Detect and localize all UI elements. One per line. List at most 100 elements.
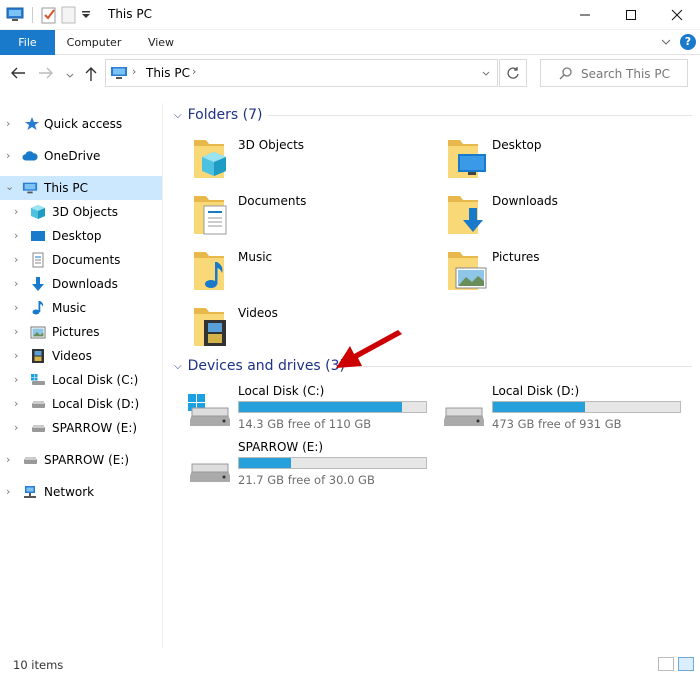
customize-qat-icon[interactable] (81, 10, 91, 20)
nav-label: SPARROW (E:) (52, 421, 138, 435)
group-title: Folders (7) (187, 107, 263, 123)
maximize-button[interactable] (608, 0, 654, 30)
item-count: 10 items (13, 658, 64, 672)
chevron-right-icon[interactable]: › (14, 397, 18, 410)
chevron-right-icon[interactable]: › (6, 453, 10, 466)
nav-item-local-disk-c[interactable]: › Local Disk (C:) (0, 368, 162, 392)
folder-item-3d-objects[interactable]: 3D Objects (192, 134, 442, 184)
cube-icon (31, 205, 45, 219)
nav-item-desktop[interactable]: › Desktop (0, 224, 162, 248)
nav-label: This PC (44, 181, 88, 195)
folder-item-music[interactable]: Music (192, 246, 442, 296)
drive-item-sparrow-e[interactable]: SPARROW (E:) 21.7 GB free of 30.0 GB (186, 440, 436, 490)
chevron-right-icon[interactable]: › (14, 277, 18, 290)
details-view-icon[interactable] (658, 657, 674, 671)
drive-item-local-disk-c[interactable]: Local Disk (C:) 14.3 GB free of 110 GB (186, 384, 436, 434)
music-note-icon (32, 301, 44, 315)
network-icon (24, 486, 36, 498)
folder-item-downloads[interactable]: Downloads (446, 190, 696, 240)
chevron-right-icon[interactable]: › (6, 117, 10, 130)
folder-label: Documents (238, 194, 307, 208)
help-icon[interactable]: ? (680, 34, 696, 50)
nav-item-sparrow-e[interactable]: › SPARROW (E:) (0, 416, 162, 440)
window-title: This PC (108, 7, 152, 21)
up-arrow-icon (85, 67, 97, 81)
nav-item-quick-access[interactable]: › Quick access (0, 112, 162, 136)
nav-label: Local Disk (C:) (52, 373, 139, 387)
minimize-button[interactable] (562, 0, 608, 30)
divider (268, 115, 692, 116)
chevron-down-icon[interactable] (481, 70, 491, 78)
chevron-right-icon[interactable]: › (6, 485, 10, 498)
chevron-right-icon[interactable]: › (14, 325, 18, 338)
nav-item-sparrow-e-root[interactable]: › SPARROW (E:) (0, 448, 162, 472)
drive-usage-bar (492, 401, 681, 413)
tab-file[interactable]: File (0, 30, 55, 55)
tiles-view-icon[interactable] (678, 657, 694, 671)
folder-label: 3D Objects (238, 138, 305, 152)
breadcrumb[interactable]: This PC (146, 66, 190, 80)
folder-item-desktop[interactable]: Desktop (446, 134, 696, 184)
nav-item-local-disk-d[interactable]: › Local Disk (D:) (0, 392, 162, 416)
breadcrumb-separator-icon[interactable]: › (192, 65, 196, 78)
chevron-right-icon[interactable]: › (14, 421, 18, 434)
refresh-icon (507, 67, 519, 79)
chevron-right-icon[interactable]: › (14, 205, 18, 218)
search-input[interactable]: Search This PC (540, 59, 688, 87)
chevron-down-icon[interactable]: ⌵ (174, 361, 182, 372)
chevron-down-icon[interactable]: ⌄ (5, 180, 14, 193)
nav-item-music[interactable]: › Music (0, 296, 162, 320)
refresh-button[interactable] (499, 59, 527, 87)
nav-item-network[interactable]: › Network (0, 480, 162, 504)
folder-item-pictures[interactable]: Pictures (446, 246, 696, 296)
back-button[interactable] (10, 66, 26, 84)
nav-label: Desktop (52, 229, 102, 243)
3d-objects-folder-icon (194, 140, 226, 178)
devices-group-header[interactable]: ⌵ Devices and drives (3) (174, 355, 345, 377)
qat-separator (32, 7, 33, 23)
nav-item-videos[interactable]: › Videos (0, 344, 162, 368)
chevron-right-icon[interactable]: › (14, 253, 18, 266)
nav-item-this-pc[interactable]: ⌄ This PC (0, 176, 162, 200)
properties-icon[interactable] (41, 6, 57, 24)
forward-arrow-icon (39, 67, 53, 79)
drive-label: Local Disk (D:) (492, 384, 580, 398)
computer-icon (6, 7, 24, 21)
drive-usage-fill (239, 458, 292, 468)
chevron-right-icon[interactable]: › (6, 149, 10, 162)
desktop-icon (31, 231, 45, 241)
up-button[interactable] (84, 66, 98, 86)
music-folder-icon (194, 252, 224, 290)
new-folder-icon[interactable] (61, 6, 77, 24)
chevron-right-icon[interactable]: › (14, 349, 18, 362)
chevron-right-icon[interactable]: › (14, 373, 18, 386)
expand-ribbon-icon[interactable] (660, 36, 672, 48)
nav-item-3d-objects[interactable]: › 3D Objects (0, 200, 162, 224)
status-bar: 10 items (0, 653, 700, 677)
tab-computer[interactable]: Computer (58, 30, 130, 55)
chevron-right-icon[interactable]: › (14, 301, 18, 314)
nav-label: OneDrive (44, 149, 101, 163)
recent-locations-button[interactable] (65, 68, 75, 84)
forward-button[interactable] (38, 66, 54, 84)
folders-group-header[interactable]: ⌵ Folders (7) (174, 104, 262, 126)
nav-item-documents[interactable]: › Documents (0, 248, 162, 272)
chevron-down-icon[interactable]: ⌵ (174, 110, 182, 121)
nav-label: SPARROW (E:) (44, 453, 130, 467)
computer-icon (111, 67, 127, 79)
tab-view[interactable]: View (136, 30, 186, 55)
download-arrow-icon (32, 277, 44, 291)
chevron-right-icon[interactable]: › (14, 229, 18, 242)
view-toggle (658, 657, 694, 671)
nav-item-pictures[interactable]: › Pictures (0, 320, 162, 344)
back-arrow-icon (11, 67, 25, 79)
ribbon: File Computer View ? (0, 30, 700, 55)
chevron-down-icon (66, 73, 74, 78)
folder-label: Pictures (492, 250, 540, 264)
nav-item-downloads[interactable]: › Downloads (0, 272, 162, 296)
close-button[interactable] (654, 0, 700, 30)
folder-item-documents[interactable]: Documents (192, 190, 442, 240)
nav-item-onedrive[interactable]: › OneDrive (0, 144, 162, 168)
address-bar[interactable]: › This PC › (105, 59, 498, 87)
drive-item-local-disk-d[interactable]: Local Disk (D:) 473 GB free of 931 GB (440, 384, 690, 434)
